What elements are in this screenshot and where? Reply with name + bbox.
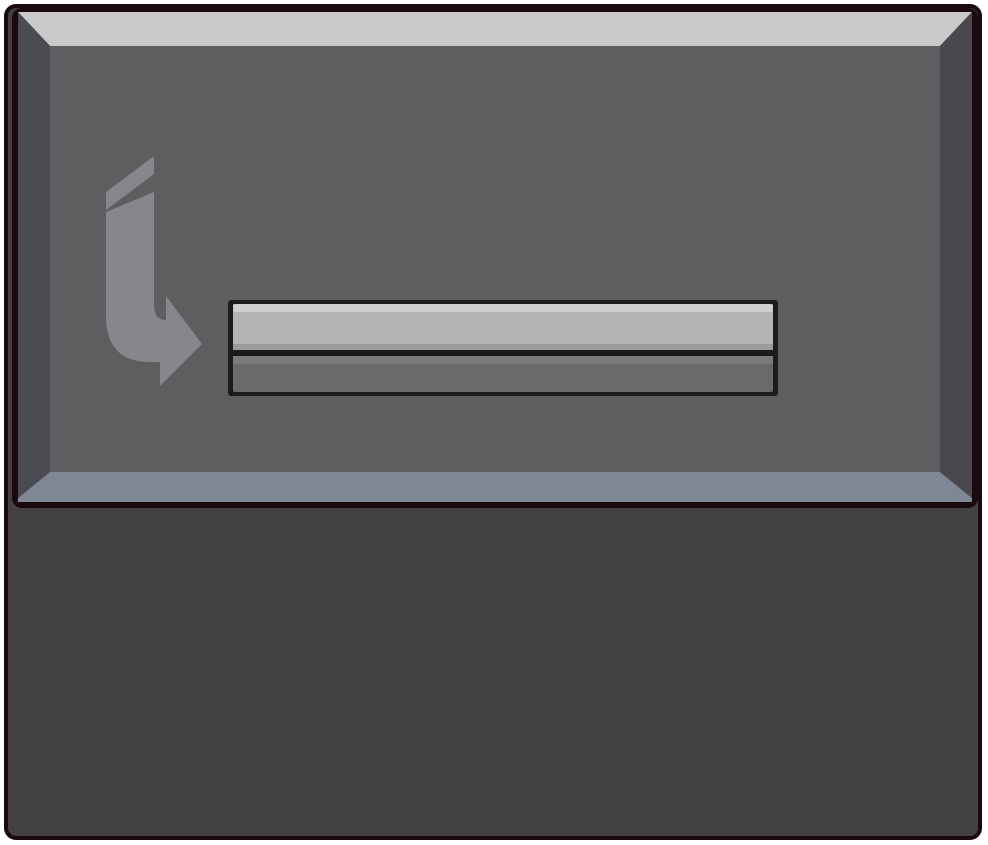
ticket-slot-panel (10, 6, 982, 511)
panel-bevel-top (18, 12, 972, 46)
panel-bevel-left (18, 12, 50, 498)
panel-bevel-right (940, 12, 972, 498)
ticket-dispenser (0, 0, 988, 845)
panel-face (50, 46, 940, 472)
ticket-slot[interactable] (228, 300, 778, 396)
panel-bevel-bottom (18, 472, 972, 502)
